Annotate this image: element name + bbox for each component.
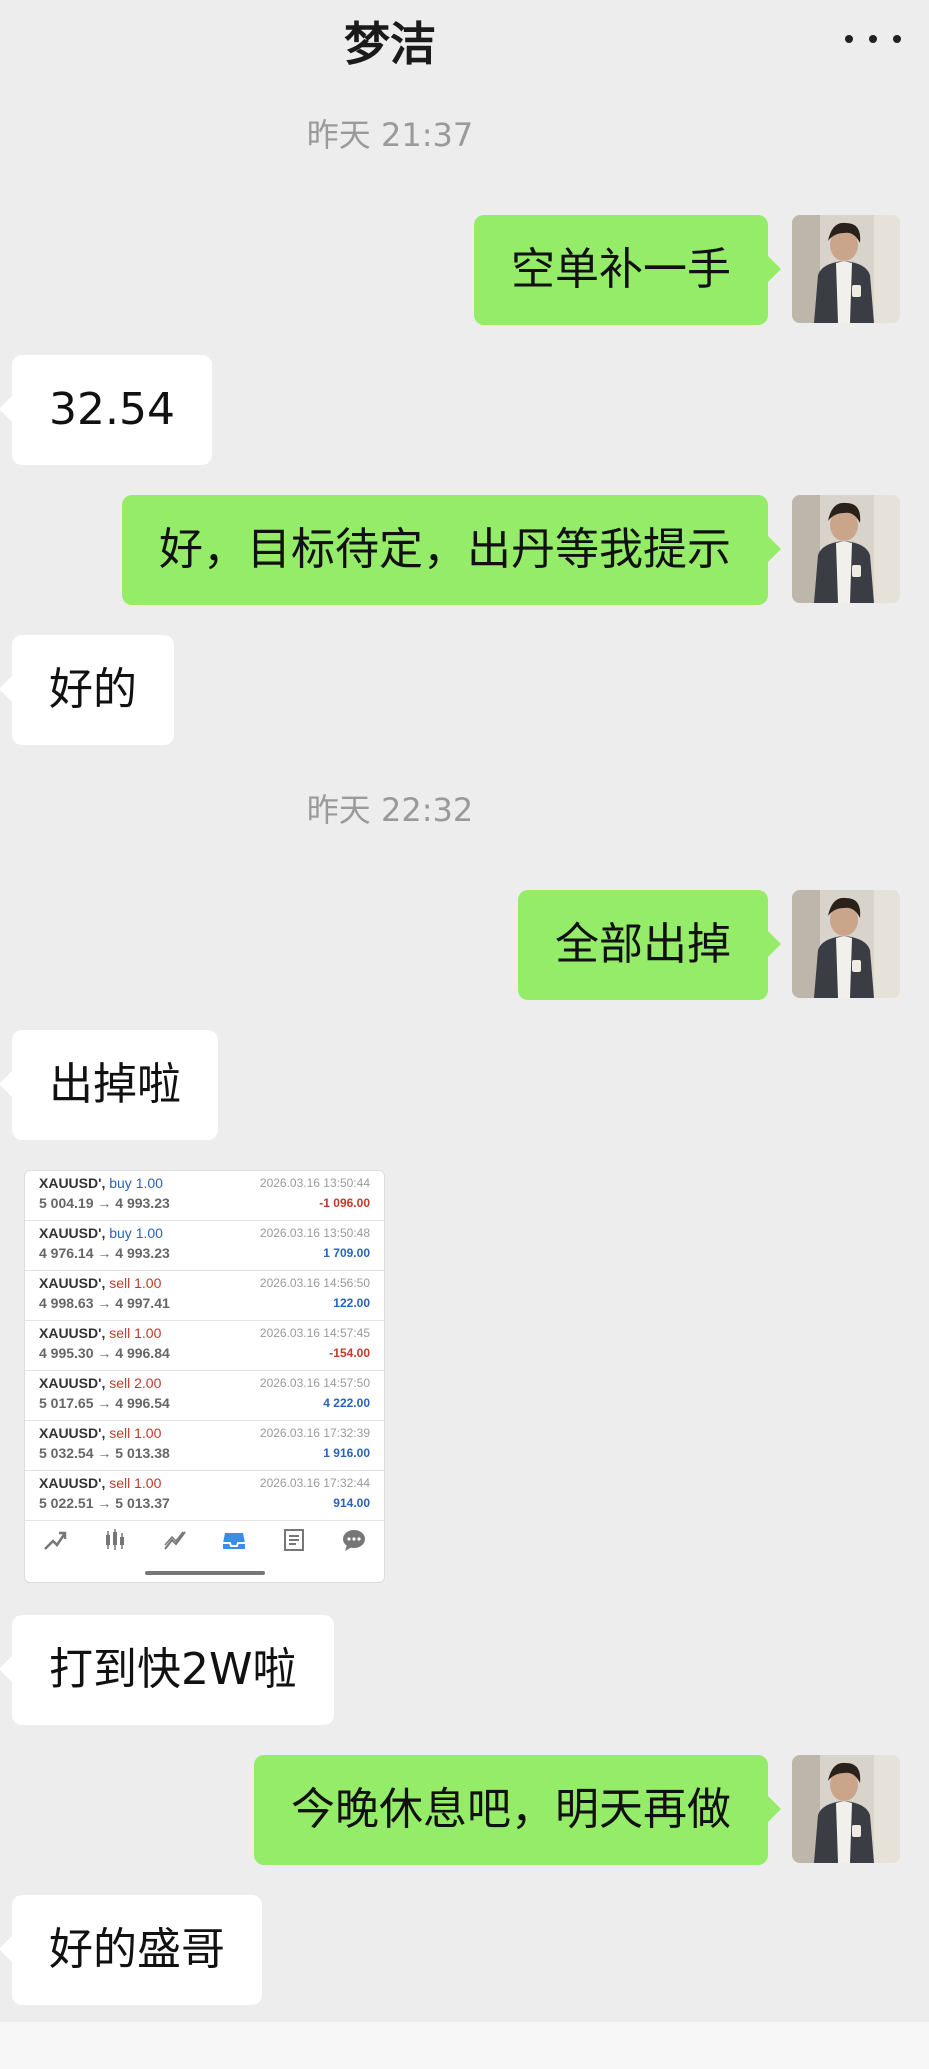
message-bubble-theirs[interactable]: 32.54 [0, 355, 212, 465]
trade-prices: 5 032.54 → 5 013.38 [39, 1445, 170, 1461]
trade-profit: -154.00 [329, 1346, 370, 1360]
message-bubble-mine[interactable]: 全部出掉 [518, 890, 781, 1000]
trade-side: sell 1.00 [109, 1325, 162, 1341]
trade-side: sell 1.00 [109, 1425, 162, 1441]
trade-row: XAUUSD', buy 1.00 4 976.14 → 4 993.23 2026… [25, 1221, 384, 1271]
trade-profit: 122.00 [333, 1296, 370, 1310]
trade-prices: 5 017.65 → 4 996.54 [39, 1395, 170, 1411]
chat-icon [339, 1525, 369, 1555]
trade-profit: 1 916.00 [323, 1446, 370, 1460]
trade-row: XAUUSD', sell 1.00 4 995.30 → 4 996.84 202… [25, 1321, 384, 1371]
trade-side: buy 1.00 [109, 1175, 163, 1191]
trade-profit: 914.00 [333, 1496, 370, 1510]
image-message[interactable]: XAUUSD', buy 1.00 5 004.19 → 4 993.23 2026… [24, 1170, 385, 1583]
trade-row: XAUUSD', sell 1.00 5 032.54 → 5 013.38 202… [25, 1421, 384, 1471]
trade-row: XAUUSD', sell 2.00 5 017.65 → 4 996.54 202… [25, 1371, 384, 1421]
news-icon [279, 1525, 309, 1555]
trade-datetime: 2026.03.16 14:57:50 [259, 1376, 370, 1390]
trade-side: buy 1.00 [109, 1225, 163, 1241]
trade-history-list: XAUUSD', buy 1.00 5 004.19 → 4 993.23 2026… [25, 1171, 384, 1521]
message-bubble-mine[interactable]: 空单补一手 [474, 215, 781, 325]
chat-header: 梦洁 [0, 0, 929, 78]
trade-prices: 5 022.51 → 5 013.37 [39, 1495, 170, 1511]
trade-prices: 4 995.30 → 4 996.84 [39, 1345, 170, 1361]
trade-symbol: XAUUSD', sell 1.00 [39, 1275, 162, 1291]
inbox-icon [219, 1525, 249, 1555]
more-icon[interactable] [845, 26, 901, 52]
message-bubble-mine[interactable]: 今晚休息吧，明天再做 [254, 1755, 781, 1865]
trade-row: XAUUSD', sell 1.00 5 022.51 → 5 013.37 202… [25, 1471, 384, 1521]
input-bar[interactable] [0, 2022, 929, 2069]
timestamp: 昨天 21:37 [306, 116, 474, 154]
trade-profit: -1 096.00 [319, 1196, 370, 1210]
message-bubble-theirs[interactable]: 打到快2W啦 [0, 1615, 334, 1725]
trade-symbol: XAUUSD', sell 2.00 [39, 1375, 162, 1391]
message-bubble-theirs[interactable]: 好的盛哥 [0, 1895, 262, 2005]
message-bubble-theirs[interactable]: 好的 [0, 635, 174, 745]
trade-profit: 1 709.00 [323, 1246, 370, 1260]
trade-icon [40, 1525, 70, 1555]
my-avatar[interactable] [792, 215, 900, 323]
trade-side: sell 2.00 [109, 1375, 162, 1391]
message-bubble-theirs[interactable]: 出掉啦 [0, 1030, 218, 1140]
trade-symbol: XAUUSD', sell 1.00 [39, 1425, 162, 1441]
trade-profit: 4 222.00 [323, 1396, 370, 1410]
chart-icon [100, 1525, 130, 1555]
message-bubble-mine[interactable]: 好，目标待定，出丹等我提示 [122, 495, 781, 605]
trade-datetime: 2026.03.16 14:56:50 [259, 1276, 370, 1290]
home-indicator [145, 1571, 265, 1575]
trade-side: sell 1.00 [109, 1475, 162, 1491]
trade-symbol: XAUUSD', sell 1.00 [39, 1475, 162, 1491]
trade-row: XAUUSD', buy 1.00 5 004.19 → 4 993.23 2026… [25, 1171, 384, 1221]
trade-datetime: 2026.03.16 13:50:44 [259, 1176, 370, 1190]
history-icon [160, 1525, 190, 1555]
trade-symbol: XAUUSD', buy 1.00 [39, 1225, 163, 1241]
my-avatar[interactable] [792, 495, 900, 603]
trade-datetime: 2026.03.16 17:32:44 [259, 1476, 370, 1490]
trade-prices: 4 976.14 → 4 993.23 [39, 1245, 170, 1261]
app-toolbar [25, 1515, 384, 1565]
trade-symbol: XAUUSD', buy 1.00 [39, 1175, 163, 1191]
trade-datetime: 2026.03.16 17:32:39 [259, 1426, 370, 1440]
trade-datetime: 2026.03.16 13:50:48 [259, 1226, 370, 1240]
timestamp: 昨天 22:32 [306, 791, 474, 829]
trade-datetime: 2026.03.16 14:57:45 [259, 1326, 370, 1340]
my-avatar[interactable] [792, 890, 900, 998]
my-avatar[interactable] [792, 1755, 900, 1863]
trade-prices: 4 998.63 → 4 997.41 [39, 1295, 170, 1311]
trade-symbol: XAUUSD', sell 1.00 [39, 1325, 162, 1341]
trade-prices: 5 004.19 → 4 993.23 [39, 1195, 170, 1211]
trade-side: sell 1.00 [109, 1275, 162, 1291]
trade-row: XAUUSD', sell 1.00 4 998.63 → 4 997.41 202… [25, 1271, 384, 1321]
chat-title: 梦洁 [344, 17, 436, 71]
